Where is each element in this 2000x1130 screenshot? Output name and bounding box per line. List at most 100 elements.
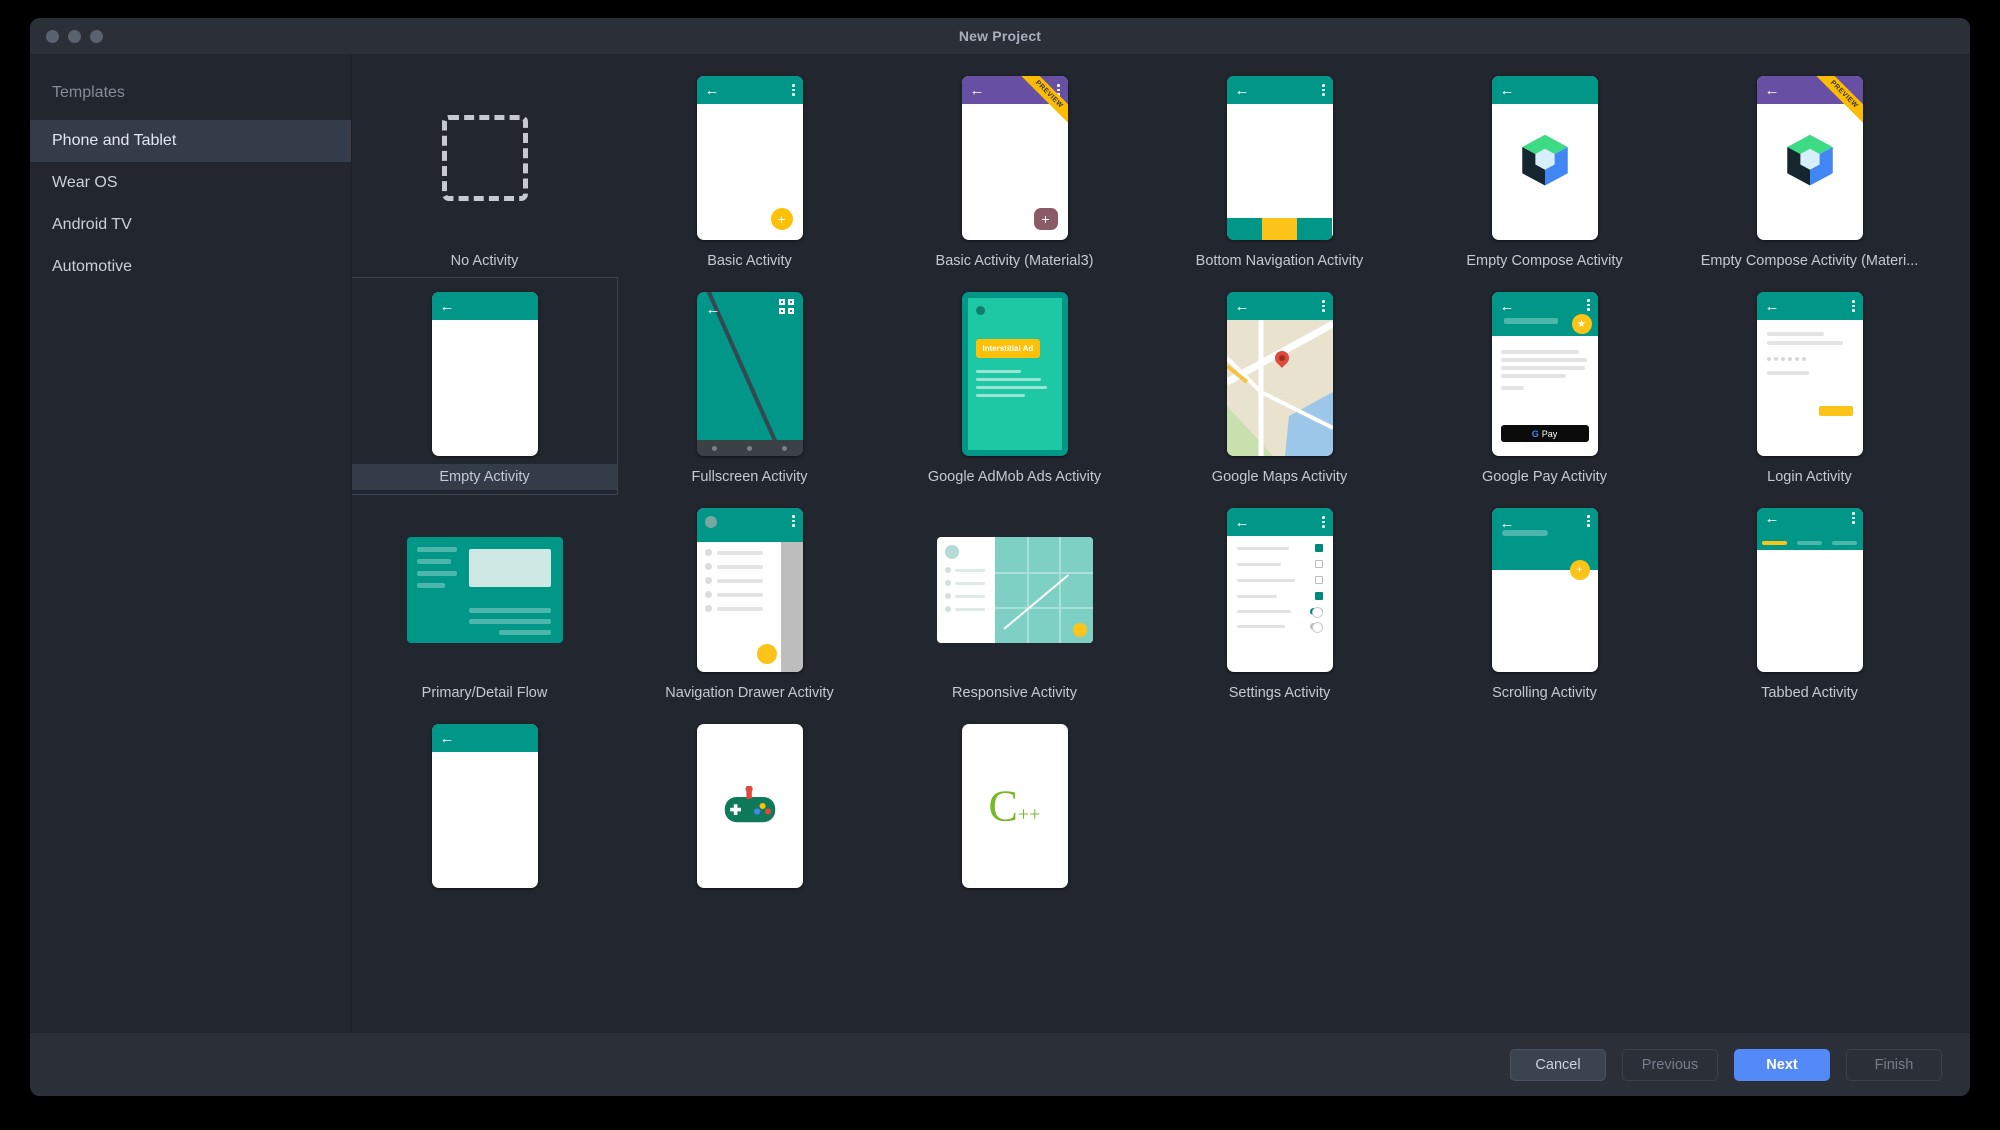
template-label: Tabbed Activity bbox=[1677, 680, 1942, 706]
template-card-scrolling-activity[interactable]: ←+Scrolling Activity bbox=[1412, 494, 1677, 710]
template-thumbnail bbox=[937, 508, 1093, 672]
template-label: Empty Compose Activity bbox=[1412, 248, 1677, 274]
new-project-dialog: New Project Templates Phone and Tablet W… bbox=[30, 18, 1970, 1096]
template-card-primary-detail-flow[interactable]: Primary/Detail Flow bbox=[352, 494, 617, 710]
template-thumbnail bbox=[442, 76, 528, 240]
cancel-button[interactable]: Cancel bbox=[1510, 1049, 1606, 1081]
admob-activity-preview: Interstitial Ad bbox=[962, 292, 1068, 456]
back-arrow-icon: ← bbox=[705, 83, 720, 98]
sidebar-item-label: Automotive bbox=[52, 258, 132, 275]
template-card-settings-activity[interactable]: ← Settings Activity bbox=[1147, 494, 1412, 710]
back-arrow-icon: ← bbox=[1500, 83, 1515, 98]
sidebar-item-wear-os[interactable]: Wear OS bbox=[30, 162, 351, 204]
map-canvas bbox=[1227, 320, 1333, 456]
back-arrow-icon: ← bbox=[440, 299, 455, 314]
template-card-google-admob-ads-activity[interactable]: Interstitial Ad Google AdMob Ads Activity bbox=[882, 278, 1147, 494]
overflow-menu-icon bbox=[1322, 516, 1325, 528]
login-submit-button-shape bbox=[1819, 406, 1853, 416]
cpp-logo-icon: C++ bbox=[989, 781, 1041, 832]
empty-activity-preview: ← bbox=[432, 724, 538, 888]
no-activity-placeholder-icon bbox=[442, 115, 528, 201]
template-thumbnail bbox=[407, 508, 563, 672]
template-label: Login Activity bbox=[1677, 464, 1942, 490]
template-card-login-activity[interactable]: ← Login Activity bbox=[1677, 278, 1942, 494]
template-card-no-activity[interactable]: No Activity bbox=[352, 62, 617, 278]
back-arrow-icon: ← bbox=[1765, 83, 1780, 98]
overflow-menu-icon bbox=[1587, 515, 1590, 527]
template-card-empty-compose-activity[interactable]: ← Empty Compose Activity bbox=[1412, 62, 1677, 278]
template-card-basic-activity-material3[interactable]: ←PREVIEW+Basic Activity (Material3) bbox=[882, 62, 1147, 278]
template-thumbnail: ← PREVIEW bbox=[1757, 76, 1863, 240]
template-card-google-pay-activity[interactable]: ← ★ GPay Google Pay Activity bbox=[1412, 278, 1677, 494]
native-cpp-activity-preview: C++ bbox=[962, 724, 1068, 888]
overflow-menu-icon bbox=[1587, 299, 1590, 311]
template-label: Empty Activity bbox=[352, 464, 617, 490]
template-label bbox=[882, 896, 1147, 906]
template-thumbnail: ← bbox=[1757, 508, 1863, 672]
back-arrow-icon: ← bbox=[1500, 299, 1515, 314]
primary-detail-flow-preview bbox=[407, 537, 563, 643]
back-arrow-icon: ← bbox=[1765, 511, 1780, 526]
template-card-google-maps-activity[interactable]: ←Google Maps Activity bbox=[1147, 278, 1412, 494]
template-label: Google Pay Activity bbox=[1412, 464, 1677, 490]
bottom-navigation-preview: ← bbox=[1227, 76, 1333, 240]
preview-ribbon: PREVIEW bbox=[1012, 76, 1068, 132]
template-thumbnail: ← bbox=[1227, 508, 1333, 672]
sidebar-header: Templates bbox=[30, 70, 351, 120]
template-thumbnail: ← bbox=[1757, 292, 1863, 456]
tabbed-activity-preview: ← bbox=[1757, 508, 1863, 672]
previous-button[interactable]: Previous bbox=[1622, 1049, 1718, 1081]
template-label: Empty Compose Activity (Materi... bbox=[1677, 248, 1942, 274]
template-card-responsive-activity[interactable]: Responsive Activity bbox=[882, 494, 1147, 710]
next-button[interactable]: Next bbox=[1734, 1049, 1830, 1081]
template-card-empty-activity[interactable]: ← Empty Activity bbox=[352, 278, 617, 494]
template-label bbox=[617, 896, 882, 906]
template-card-20[interactable]: C++ bbox=[882, 710, 1147, 926]
google-maps-activity-preview: ← bbox=[1227, 292, 1333, 456]
empty-compose-activity-preview: ← bbox=[1492, 76, 1598, 240]
template-label: Basic Activity bbox=[617, 248, 882, 274]
template-thumbnail: Interstitial Ad bbox=[962, 292, 1068, 456]
fab-icon: + bbox=[771, 208, 793, 230]
basic-activity-preview: ←+ bbox=[697, 76, 803, 240]
sidebar-item-automotive[interactable]: Automotive bbox=[30, 246, 351, 288]
preview-ribbon: PREVIEW bbox=[1807, 76, 1863, 132]
template-thumbnail: ← bbox=[1227, 76, 1333, 240]
finish-button[interactable]: Finish bbox=[1846, 1049, 1942, 1081]
sidebar-item-phone-and-tablet[interactable]: Phone and Tablet bbox=[30, 120, 351, 162]
fullscreen-icon bbox=[779, 299, 794, 314]
template-thumbnail bbox=[697, 508, 803, 672]
template-label: Primary/Detail Flow bbox=[352, 680, 617, 706]
template-label: Navigation Drawer Activity bbox=[617, 680, 882, 706]
template-label: Google AdMob Ads Activity bbox=[882, 464, 1147, 490]
google-pay-button: GPay bbox=[1501, 425, 1589, 442]
templates-sidebar: Templates Phone and Tablet Wear OS Andro… bbox=[30, 54, 352, 1032]
star-fab-icon: ★ bbox=[1572, 314, 1592, 334]
template-label bbox=[352, 896, 617, 906]
navigation-drawer-activity-preview bbox=[697, 508, 803, 672]
template-thumbnail: C++ bbox=[962, 724, 1068, 888]
template-card-navigation-drawer-activity[interactable]: Navigation Drawer Activity bbox=[617, 494, 882, 710]
template-card-empty-compose-activity-materi[interactable]: ← PREVIEW Empty Compose Activity (Materi..… bbox=[1677, 62, 1942, 278]
template-card-basic-activity[interactable]: ←+Basic Activity bbox=[617, 62, 882, 278]
back-arrow-icon: ← bbox=[706, 301, 721, 318]
fab-icon: + bbox=[1034, 208, 1058, 230]
overflow-menu-icon bbox=[1852, 512, 1855, 524]
template-label: Settings Activity bbox=[1147, 680, 1412, 706]
template-grid: No Activity←+Basic Activity←PREVIEW+Basi… bbox=[352, 54, 1970, 926]
template-card-18[interactable]: ← bbox=[352, 710, 617, 926]
template-card-bottom-navigation-activity[interactable]: ← Bottom Navigation Activity bbox=[1147, 62, 1412, 278]
overflow-menu-icon bbox=[1322, 300, 1325, 312]
back-arrow-icon: ← bbox=[1235, 83, 1250, 98]
sidebar-item-android-tv[interactable]: Android TV bbox=[30, 204, 351, 246]
responsive-activity-preview bbox=[937, 537, 1093, 643]
template-grid-panel[interactable]: No Activity←+Basic Activity←PREVIEW+Basi… bbox=[352, 54, 1970, 1032]
template-card-19[interactable] bbox=[617, 710, 882, 926]
sidebar-item-label: Phone and Tablet bbox=[52, 132, 176, 149]
template-card-fullscreen-activity[interactable]: ←Fullscreen Activity bbox=[617, 278, 882, 494]
template-label: Bottom Navigation Activity bbox=[1147, 248, 1412, 274]
template-card-tabbed-activity[interactable]: ← Tabbed Activity bbox=[1677, 494, 1942, 710]
back-arrow-icon: ← bbox=[1235, 299, 1250, 314]
google-pay-activity-preview: ← ★ GPay bbox=[1492, 292, 1598, 456]
back-arrow-icon: ← bbox=[1235, 515, 1250, 530]
